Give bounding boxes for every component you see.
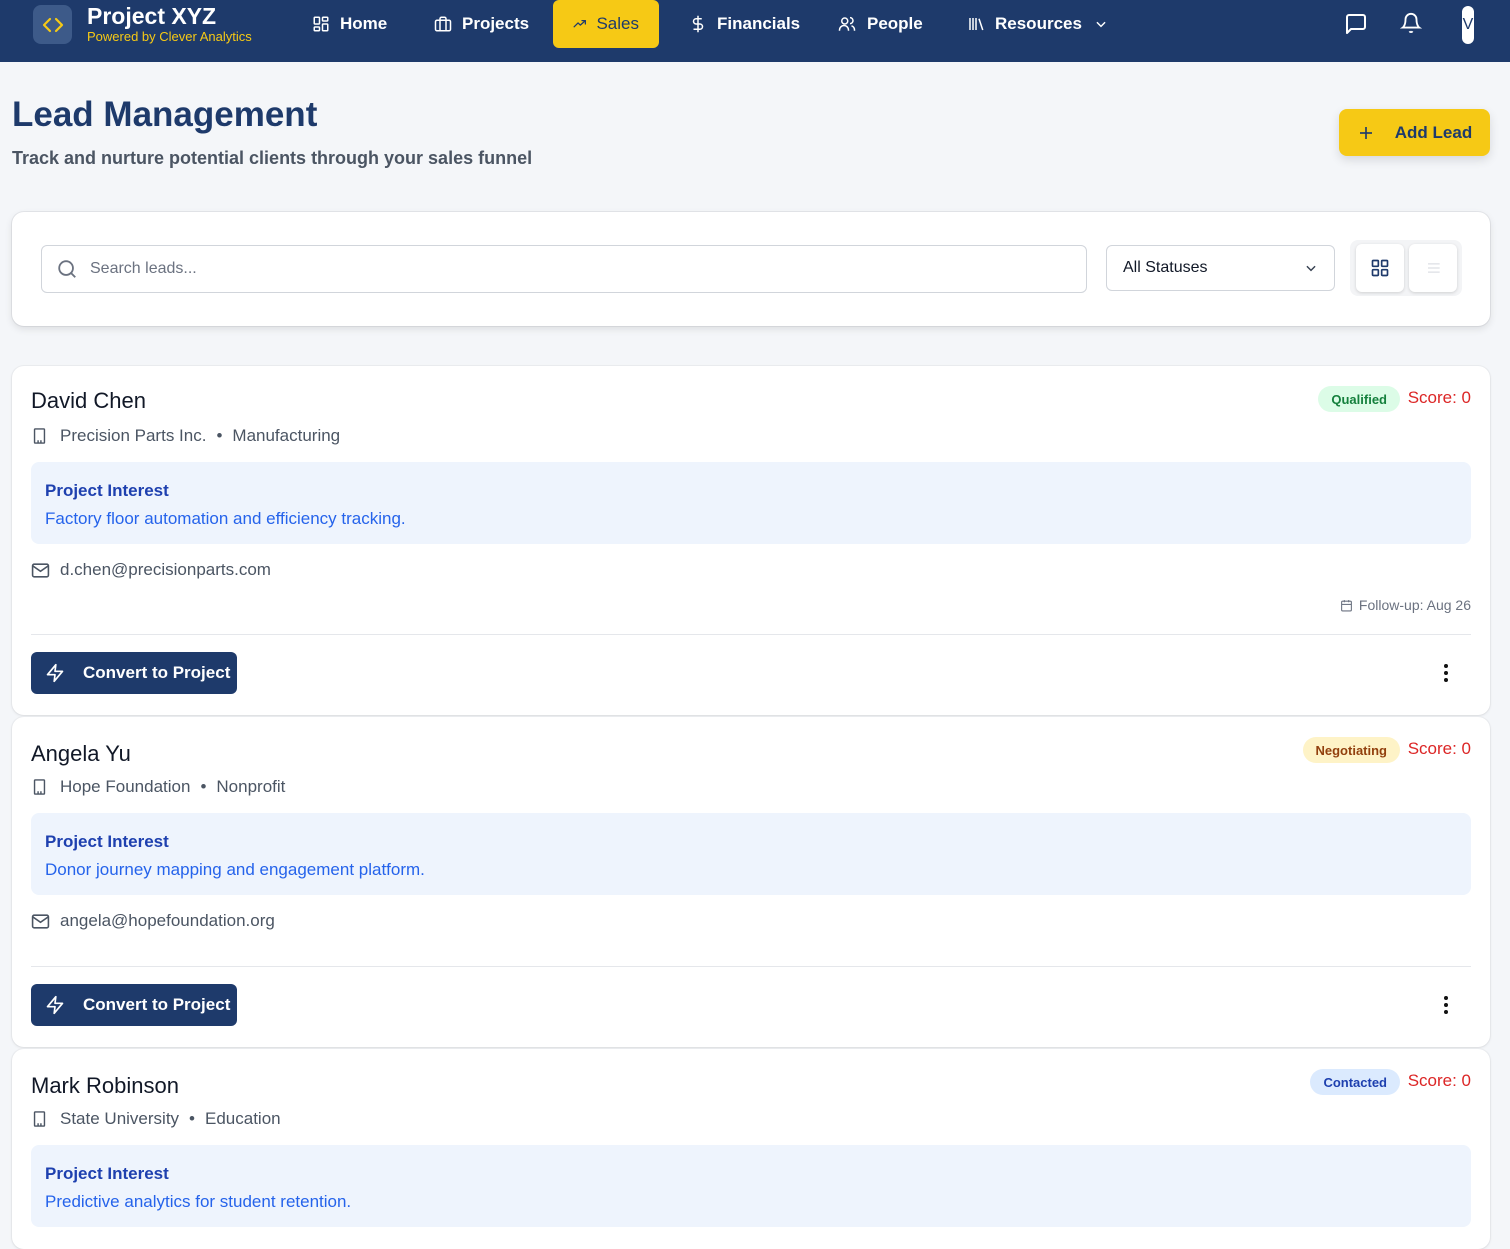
company-info: State University • Education — [31, 1109, 281, 1129]
company-info: Precision Parts Inc. • Manufacturing — [31, 426, 340, 446]
dollar-icon — [692, 15, 704, 33]
page-title: Lead Management — [12, 95, 318, 134]
building-icon — [33, 428, 46, 444]
grid-icon — [313, 16, 329, 32]
nav-resources[interactable]: Resources — [947, 0, 1128, 48]
convert-to-project-button[interactable]: Convert to Project — [31, 652, 237, 694]
project-interest-box: Project Interest Predictive analytics fo… — [31, 1145, 1471, 1227]
status-badge: Negotiating — [1302, 737, 1400, 763]
bell-icon[interactable] — [1399, 12, 1423, 39]
building-icon — [33, 779, 46, 795]
code-icon — [33, 5, 72, 44]
lead-score: Score: 0 — [1407, 739, 1471, 758]
list-view-button[interactable] — [1409, 244, 1457, 292]
nav-financials-label: Financials — [717, 14, 801, 33]
mail-icon — [31, 562, 50, 578]
status-select-value: All Statuses — [1123, 259, 1208, 276]
nav-financials[interactable]: Financials — [669, 0, 820, 48]
search-icon — [58, 260, 76, 278]
lead-card[interactable]: Angela Yu Negotiating Score: 0 Hope Foun… — [12, 717, 1490, 1047]
industry: Manufacturing — [232, 426, 341, 445]
project-interest-text: Donor journey mapping and engagement pla… — [45, 860, 425, 879]
status-badge: Qualified — [1318, 386, 1400, 412]
app-title: Project XYZ — [87, 3, 217, 29]
calendar-icon — [1341, 599, 1352, 611]
lead-name: Angela Yu — [31, 741, 131, 766]
industry: Education — [205, 1109, 281, 1128]
briefcase-icon — [434, 16, 452, 32]
zap-icon — [46, 663, 64, 683]
card-divider — [31, 634, 1471, 635]
company-info: Hope Foundation • Nonprofit — [31, 777, 285, 797]
zap-icon — [46, 995, 64, 1015]
add-lead-label: Add Lead — [1394, 122, 1473, 142]
grid-icon — [1371, 259, 1389, 277]
add-lead-button[interactable]: Add Lead — [1339, 109, 1490, 156]
top-navbar: Project XYZ Powered by Clever Analytics … — [0, 0, 1510, 62]
nav-home[interactable]: Home — [292, 0, 407, 48]
convert-label: Convert to Project — [83, 995, 231, 1014]
messages-icon[interactable] — [1344, 12, 1368, 41]
more-options-icon[interactable] — [1434, 993, 1458, 1017]
nav-projects[interactable]: Projects — [414, 0, 549, 48]
convert-label: Convert to Project — [83, 663, 231, 682]
search-input[interactable] — [88, 259, 1052, 279]
nav-resources-label: Resources — [995, 14, 1082, 33]
search-box[interactable] — [41, 245, 1087, 293]
followup-date: Follow-up: Aug 26 — [1340, 597, 1471, 613]
project-interest-text: Factory floor automation and efficiency … — [45, 509, 406, 528]
lead-email: d.chen@precisionparts.com — [60, 560, 271, 579]
nav-projects-label: Projects — [462, 14, 530, 33]
project-interest-text: Predictive analytics for student retenti… — [45, 1192, 352, 1211]
nav-home-label: Home — [340, 14, 388, 33]
nav-people[interactable]: People — [817, 0, 943, 48]
app-subtitle: Powered by Clever Analytics — [87, 29, 252, 44]
lead-name: David Chen — [31, 388, 146, 413]
building-icon — [33, 1111, 46, 1127]
project-interest-label: Project Interest — [45, 481, 169, 500]
project-interest-label: Project Interest — [45, 832, 169, 851]
avatar[interactable]: V — [1462, 6, 1474, 44]
email-row[interactable]: d.chen@precisionparts.com — [31, 560, 271, 580]
lead-score: Score: 0 — [1407, 388, 1471, 407]
library-icon — [969, 18, 984, 31]
company-name: Precision Parts Inc. — [60, 426, 207, 445]
industry: Nonprofit — [216, 777, 286, 796]
nav-sales[interactable]: Sales — [553, 0, 659, 48]
nav-sales-label: Sales — [596, 14, 639, 33]
status-badge: Contacted — [1310, 1069, 1400, 1095]
followup-label: Follow-up: Aug 26 — [1358, 597, 1471, 613]
page-subtitle: Track and nurture potential clients thro… — [12, 148, 533, 168]
brand[interactable]: Project XYZ Powered by Clever Analytics — [33, 4, 252, 45]
lead-score: Score: 0 — [1407, 1071, 1471, 1090]
convert-to-project-button[interactable]: Convert to Project — [31, 984, 237, 1026]
more-options-icon[interactable] — [1434, 661, 1458, 685]
grid-view-button[interactable] — [1356, 244, 1404, 292]
status-select[interactable]: All Statuses — [1106, 245, 1335, 291]
mail-icon — [31, 913, 50, 929]
email-row[interactable]: angela@hopefoundation.org — [31, 911, 275, 931]
users-icon — [838, 16, 856, 31]
project-interest-box: Project Interest Factory floor automatio… — [31, 462, 1471, 544]
project-interest-box: Project Interest Donor journey mapping a… — [31, 813, 1471, 895]
trending-up-icon — [573, 20, 586, 28]
project-interest-label: Project Interest — [45, 1164, 169, 1183]
lead-card[interactable]: David Chen Qualified Score: 0 Precision … — [12, 366, 1490, 715]
company-name: Hope Foundation — [60, 777, 191, 796]
lead-email: angela@hopefoundation.org — [60, 911, 275, 930]
chevron-down-icon — [1306, 265, 1316, 272]
nav-people-label: People — [867, 14, 923, 33]
chevron-down-icon — [1096, 21, 1106, 28]
lead-card[interactable]: Mark Robinson Contacted Score: 0 State U… — [12, 1049, 1490, 1249]
card-divider — [31, 966, 1471, 967]
company-name: State University — [60, 1109, 180, 1128]
plus-icon — [1359, 126, 1372, 139]
filter-panel: All Statuses — [12, 212, 1490, 326]
view-toggle — [1350, 240, 1462, 296]
lead-name: Mark Robinson — [31, 1073, 179, 1098]
list-icon — [1428, 263, 1440, 273]
